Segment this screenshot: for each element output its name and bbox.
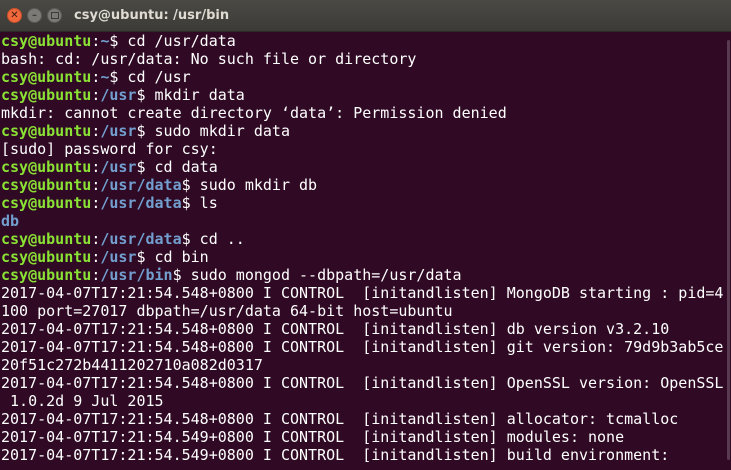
output-text: 2017-04-07T17:21:54.549+0800 I CONTROL [… bbox=[1, 446, 670, 464]
output-text: 2017-04-07T17:21:54.548+0800 I CONTROL [… bbox=[1, 320, 670, 338]
prompt-dollar: $ bbox=[136, 158, 146, 176]
terminal-output[interactable]: csy@ubuntu:~$ cd /usr/data bash: cd: /usr… bbox=[0, 32, 731, 470]
prompt-user-host: csy@ubuntu bbox=[1, 194, 92, 212]
prompt-user-host: csy@ubuntu bbox=[1, 68, 92, 86]
output-text: 100 port=27017 dbpath=/usr/data 64-bit h… bbox=[1, 302, 453, 320]
output-text: bash: cd: /usr/data: No such file or dir… bbox=[1, 50, 417, 68]
prompt-path: /usr/bin bbox=[100, 266, 173, 284]
prompt-line: csy@ubuntu:~$ cd /usr/data bbox=[1, 32, 731, 50]
command-text: cd /usr/data bbox=[118, 32, 236, 50]
prompt-path: /usr bbox=[100, 158, 137, 176]
prompt-path: /usr bbox=[100, 122, 137, 140]
prompt-user-host: csy@ubuntu bbox=[1, 248, 92, 266]
output-text: 2017-04-07T17:21:54.549+0800 I CONTROL [… bbox=[1, 428, 625, 446]
output-text: 2017-04-07T17:21:54.548+0800 I CONTROL [… bbox=[1, 410, 679, 428]
output-line: db bbox=[1, 212, 731, 230]
command-text: sudo mkdir db bbox=[190, 176, 318, 194]
maximize-button[interactable] bbox=[47, 8, 62, 23]
prompt-line: csy@ubuntu:~$ cd /usr bbox=[1, 68, 731, 86]
prompt-colon: : bbox=[91, 176, 101, 194]
prompt-path: /usr bbox=[100, 86, 137, 104]
prompt-line: csy@ubuntu:/usr$ cd data bbox=[1, 158, 731, 176]
output-line: 100 port=27017 dbpath=/usr/data 64-bit h… bbox=[1, 302, 731, 320]
prompt-dollar: $ bbox=[172, 266, 182, 284]
minimize-icon: – bbox=[32, 9, 37, 21]
output-line: 20f51c272b4411202710a082d0317 bbox=[1, 356, 731, 374]
command-text: cd .. bbox=[190, 230, 245, 248]
prompt-dollar: $ bbox=[136, 122, 146, 140]
output-text: mkdir: cannot create directory ‘data’: P… bbox=[1, 104, 507, 122]
command-text: cd bin bbox=[145, 248, 209, 266]
maximize-icon bbox=[50, 12, 59, 19]
prompt-line: csy@ubuntu:/usr/data$ ls bbox=[1, 194, 731, 212]
output-line: 2017-04-07T17:21:54.548+0800 I CONTROL [… bbox=[1, 410, 731, 428]
close-icon: ✕ bbox=[10, 9, 19, 21]
prompt-colon: : bbox=[91, 158, 101, 176]
command-text: cd /usr bbox=[118, 68, 191, 86]
scrollbar[interactable] bbox=[727, 40, 730, 460]
output-line: 2017-04-07T17:21:54.548+0800 I CONTROL [… bbox=[1, 284, 731, 302]
prompt-colon: : bbox=[91, 68, 101, 86]
output-line: 2017-04-07T17:21:54.548+0800 I CONTROL [… bbox=[1, 374, 731, 392]
prompt-colon: : bbox=[91, 86, 101, 104]
output-line: 2017-04-07T17:21:54.549+0800 I CONTROL [… bbox=[1, 446, 731, 464]
prompt-dollar: $ bbox=[136, 86, 146, 104]
prompt-dollar: $ bbox=[181, 176, 191, 194]
prompt-user-host: csy@ubuntu bbox=[1, 122, 92, 140]
prompt-user-host: csy@ubuntu bbox=[1, 158, 92, 176]
output-line: [sudo] password for csy: bbox=[1, 140, 731, 158]
output-text: 2017-04-07T17:21:54.548+0800 I CONTROL [… bbox=[1, 338, 724, 356]
prompt-user-host: csy@ubuntu bbox=[1, 230, 92, 248]
prompt-colon: : bbox=[91, 230, 101, 248]
output-text: [sudo] password for csy: bbox=[1, 140, 218, 158]
output-line: bash: cd: /usr/data: No such file or dir… bbox=[1, 50, 731, 68]
output-text: 1.0.2d 9 Jul 2015 bbox=[1, 392, 164, 410]
command-text: sudo mkdir data bbox=[145, 122, 290, 140]
minimize-button[interactable]: – bbox=[27, 8, 42, 23]
prompt-line: csy@ubuntu:/usr/data$ cd .. bbox=[1, 230, 731, 248]
output-text: 20f51c272b4411202710a082d0317 bbox=[1, 356, 263, 374]
prompt-colon: : bbox=[91, 248, 101, 266]
window-title: csy@ubuntu: /usr/bin bbox=[74, 8, 230, 23]
command-text: sudo mongod --dbpath=/usr/data bbox=[181, 266, 462, 284]
prompt-user-host: csy@ubuntu bbox=[1, 86, 92, 104]
prompt-dollar: $ bbox=[181, 194, 191, 212]
title-bar[interactable]: ✕ – csy@ubuntu: /usr/bin bbox=[0, 0, 731, 32]
prompt-line: csy@ubuntu:/usr$ sudo mkdir data bbox=[1, 122, 731, 140]
prompt-path: /usr bbox=[100, 248, 137, 266]
prompt-line: csy@ubuntu:/usr/data$ sudo mkdir db bbox=[1, 176, 731, 194]
prompt-dollar: $ bbox=[136, 248, 146, 266]
command-text: cd data bbox=[145, 158, 218, 176]
prompt-line: csy@ubuntu:/usr$ cd bin bbox=[1, 248, 731, 266]
output-line: 2017-04-07T17:21:54.548+0800 I CONTROL [… bbox=[1, 338, 731, 356]
prompt-user-host: csy@ubuntu bbox=[1, 32, 92, 50]
command-text: ls bbox=[190, 194, 218, 212]
output-line: mkdir: cannot create directory ‘data’: P… bbox=[1, 104, 731, 122]
prompt-colon: : bbox=[91, 266, 101, 284]
prompt-colon: : bbox=[91, 194, 101, 212]
prompt-path: /usr/data bbox=[100, 176, 182, 194]
prompt-user-host: csy@ubuntu bbox=[1, 266, 92, 284]
output-text: 2017-04-07T17:21:54.548+0800 I CONTROL [… bbox=[1, 374, 724, 392]
directory-entry: db bbox=[1, 212, 20, 230]
prompt-path: /usr/data bbox=[100, 194, 182, 212]
output-text: 2017-04-07T17:21:54.548+0800 I CONTROL [… bbox=[1, 284, 724, 302]
terminal-window: ✕ – csy@ubuntu: /usr/bin csy@ubuntu:~$ c… bbox=[0, 0, 731, 470]
output-line: 2017-04-07T17:21:54.549+0800 I CONTROL [… bbox=[1, 428, 731, 446]
prompt-colon: : bbox=[91, 122, 101, 140]
prompt-colon: : bbox=[91, 32, 101, 50]
command-text: mkdir data bbox=[145, 86, 245, 104]
prompt-line: csy@ubuntu:/usr$ mkdir data bbox=[1, 86, 731, 104]
prompt-user-host: csy@ubuntu bbox=[1, 176, 92, 194]
output-line: 2017-04-07T17:21:54.548+0800 I CONTROL [… bbox=[1, 320, 731, 338]
output-line: 1.0.2d 9 Jul 2015 bbox=[1, 392, 731, 410]
close-button[interactable]: ✕ bbox=[7, 8, 22, 23]
prompt-dollar: $ bbox=[181, 230, 191, 248]
prompt-line: csy@ubuntu:/usr/bin$ sudo mongod --dbpat… bbox=[1, 266, 731, 284]
prompt-path: /usr/data bbox=[100, 230, 182, 248]
